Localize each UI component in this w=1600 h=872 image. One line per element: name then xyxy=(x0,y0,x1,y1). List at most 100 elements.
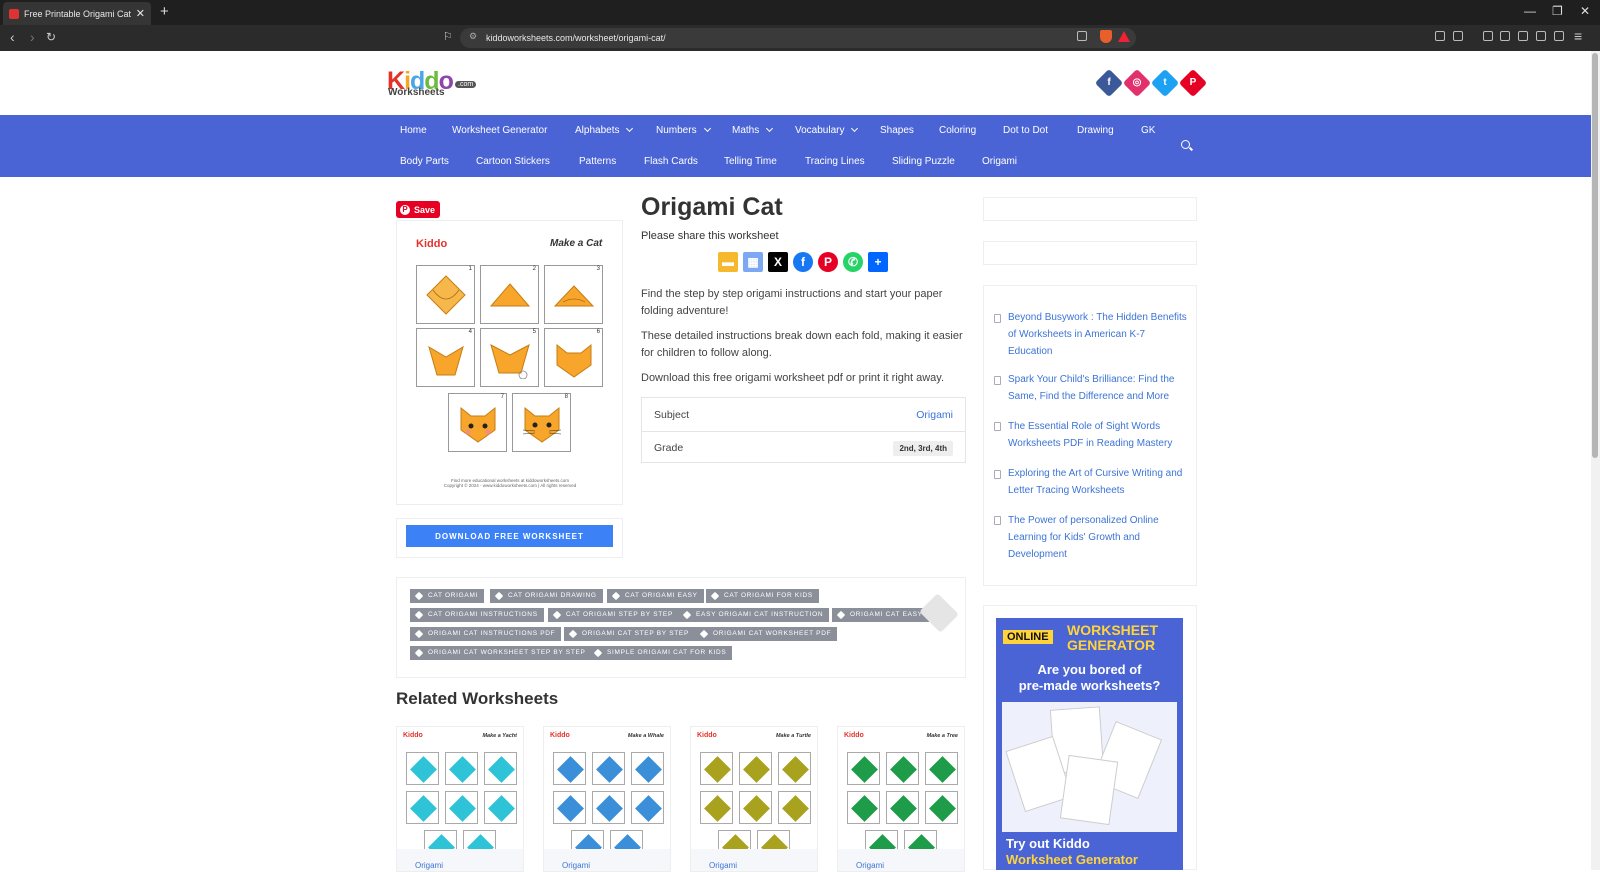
share-x-icon[interactable]: X xyxy=(768,252,788,272)
share-whatsapp-icon[interactable]: ✆ xyxy=(843,252,863,272)
recent-post-link[interactable]: The Power of personalized Online Learnin… xyxy=(1008,512,1188,563)
nav-patterns[interactable]: Patterns xyxy=(579,156,616,167)
forward-icon[interactable]: › xyxy=(30,29,35,45)
screenshot-icon[interactable] xyxy=(1453,31,1463,41)
worksheet-logo: Kiddo xyxy=(403,732,423,739)
tag-link[interactable]: CAT ORIGAMI DRAWING xyxy=(490,589,603,603)
pinterest-icon[interactable]: P xyxy=(1178,68,1208,98)
related-category[interactable]: Origami xyxy=(691,849,817,871)
tag-link[interactable]: CAT ORIGAMI xyxy=(410,589,485,603)
browser-toolbar: ‹ › ↻ ⚐ ⚙ kiddoworksheets.com/worksheet/… xyxy=(0,25,1600,51)
close-tab-icon[interactable]: ✕ xyxy=(136,7,145,20)
instagram-icon[interactable]: ◎ xyxy=(1122,68,1152,98)
tag-link[interactable]: ORIGAMI CAT INSTRUCTIONS PDF xyxy=(410,627,562,641)
tag-link[interactable]: CAT ORIGAMI FOR KIDS xyxy=(706,589,819,603)
step-number: 7 xyxy=(500,394,504,400)
nav-shapes[interactable]: Shapes xyxy=(880,125,914,136)
tag-link[interactable]: CAT ORIGAMI INSTRUCTIONS xyxy=(410,608,544,622)
tag-link[interactable]: CAT ORIGAMI EASY xyxy=(607,589,704,603)
recent-post-link[interactable]: Exploring the Art of Cursive Writing and… xyxy=(1008,465,1188,499)
nav-cartoon-stickers[interactable]: Cartoon Stickers xyxy=(476,156,550,167)
tag-link[interactable]: EASY ORIGAMI CAT INSTRUCTION xyxy=(678,608,830,622)
recent-post-link[interactable]: The Essential Role of Sight Words Worksh… xyxy=(1008,418,1188,452)
tag-link[interactable]: ORIGAMI CAT WORKSHEET PDF xyxy=(695,627,838,641)
worksheet-copyright: Copyright © 2024 - www.kiddoworksheets.c… xyxy=(443,483,577,488)
tag-link[interactable]: SIMPLE ORIGAMI CAT FOR KIDS xyxy=(589,646,733,660)
nav-sliding-puzzle[interactable]: Sliding Puzzle xyxy=(892,156,955,167)
scrollbar-thumb[interactable] xyxy=(1592,53,1598,458)
twitter-icon[interactable]: t xyxy=(1150,68,1180,98)
related-worksheet-card[interactable]: Kiddo Make a Whale Origami xyxy=(543,726,671,872)
share-facebook-icon[interactable]: f xyxy=(793,252,813,272)
site-info-icon[interactable]: ⚙ xyxy=(469,31,477,42)
step-cell xyxy=(406,791,439,824)
bookmark-icon[interactable]: ⚐ xyxy=(443,30,453,43)
nav-drawing[interactable]: Drawing xyxy=(1077,125,1114,136)
facebook-icon[interactable]: f xyxy=(1094,68,1124,98)
vpn-icon[interactable] xyxy=(1554,31,1564,41)
related-worksheet-card[interactable]: Kiddo Make a Tree Origami xyxy=(837,726,965,872)
step-cell xyxy=(925,752,958,785)
step-cell xyxy=(778,791,811,824)
back-icon[interactable]: ‹ xyxy=(10,29,15,45)
tag-link[interactable]: CAT ORIGAMI STEP BY STEP xyxy=(548,608,679,622)
share-page-icon[interactable] xyxy=(1077,31,1087,41)
new-tab-icon[interactable]: + xyxy=(160,3,169,20)
minimize-icon[interactable]: — xyxy=(1524,4,1536,18)
nav-worksheet-generator[interactable]: Worksheet Generator xyxy=(452,125,547,136)
brave-shield-icon[interactable] xyxy=(1100,30,1112,43)
document-icon xyxy=(994,470,1001,479)
nav-telling-time[interactable]: Telling Time xyxy=(724,156,777,167)
nav-dot-to-dot[interactable]: Dot to Dot xyxy=(1003,125,1048,136)
nav-body-parts[interactable]: Body Parts xyxy=(400,156,449,167)
document-icon xyxy=(994,314,1001,323)
share-more-icon[interactable]: + xyxy=(868,252,888,272)
restore-icon[interactable]: ❐ xyxy=(1552,4,1563,18)
tag-link[interactable]: ORIGAMI CAT EASY xyxy=(832,608,929,622)
recent-post-link[interactable]: Spark Your Child's Brilliance: Find the … xyxy=(1008,371,1188,405)
nav-flash-cards[interactable]: Flash Cards xyxy=(644,156,698,167)
leo-ai-icon[interactable] xyxy=(1536,31,1546,41)
nav-coloring[interactable]: Coloring xyxy=(939,125,976,136)
related-category[interactable]: Origami xyxy=(544,849,670,871)
share-teams-icon[interactable]: ▦ xyxy=(743,252,763,272)
nav-numbers[interactable]: Numbers xyxy=(656,124,711,136)
related-category[interactable]: Origami xyxy=(397,849,523,871)
tag-link[interactable]: ORIGAMI CAT STEP BY STEP xyxy=(564,627,695,641)
share-pinterest-icon[interactable]: P xyxy=(818,252,838,272)
description-paragraph: Download this free origami worksheet pdf… xyxy=(641,372,945,384)
tag-link[interactable]: ORIGAMI CAT WORKSHEET STEP BY STEP xyxy=(410,646,592,660)
address-bar[interactable]: ⚙ kiddoworksheets.com/worksheet/origami-… xyxy=(460,28,1136,48)
main-navigation: Home Worksheet Generator Alphabets Numbe… xyxy=(0,115,1591,177)
wallet-icon[interactable] xyxy=(1518,31,1528,41)
brave-rewards-icon[interactable] xyxy=(1118,31,1130,42)
download-button[interactable]: DOWNLOAD FREE WORKSHEET xyxy=(406,525,613,547)
related-category[interactable]: Origami xyxy=(838,849,964,871)
search-icon[interactable] xyxy=(1181,140,1190,149)
browser-tab[interactable]: Free Printable Origami Cat Worl ✕ xyxy=(3,2,151,25)
related-worksheet-card[interactable]: Kiddo Make a Yacht Origami xyxy=(396,726,524,872)
nav-maths[interactable]: Maths xyxy=(732,124,774,136)
step-cell xyxy=(847,791,880,824)
pinterest-save-button[interactable]: P Save xyxy=(396,201,440,218)
recent-post-link[interactable]: Beyond Busywork : The Hidden Benefits of… xyxy=(1008,309,1188,360)
menu-icon[interactable]: ≡ xyxy=(1574,28,1582,44)
cat-face-icon xyxy=(522,406,562,443)
nav-origami[interactable]: Origami xyxy=(982,156,1017,167)
reload-icon[interactable]: ↻ xyxy=(46,30,56,44)
extensions-icon[interactable] xyxy=(1435,31,1445,41)
nav-gk[interactable]: GK xyxy=(1141,125,1155,136)
sidebar-icon[interactable] xyxy=(1500,31,1510,41)
related-worksheet-card[interactable]: Kiddo Make a Turtle Origami xyxy=(690,726,818,872)
worksheet-logo: Kiddo xyxy=(550,732,570,739)
nav-tracing-lines[interactable]: Tracing Lines xyxy=(805,156,865,167)
nav-vocabulary[interactable]: Vocabulary xyxy=(795,124,859,136)
media-icon[interactable] xyxy=(1483,31,1493,41)
close-window-icon[interactable]: ✕ xyxy=(1580,4,1590,18)
worksheet-generator-ad[interactable]: ONLINE WORKSHEET GENERATOR Are you bored … xyxy=(996,618,1183,870)
nav-alphabets[interactable]: Alphabets xyxy=(575,124,634,136)
nav-home[interactable]: Home xyxy=(400,125,427,136)
share-google-classroom-icon[interactable]: ▬ xyxy=(718,252,738,272)
subject-link[interactable]: Origami xyxy=(916,409,953,421)
sidebar-widget xyxy=(983,241,1197,265)
